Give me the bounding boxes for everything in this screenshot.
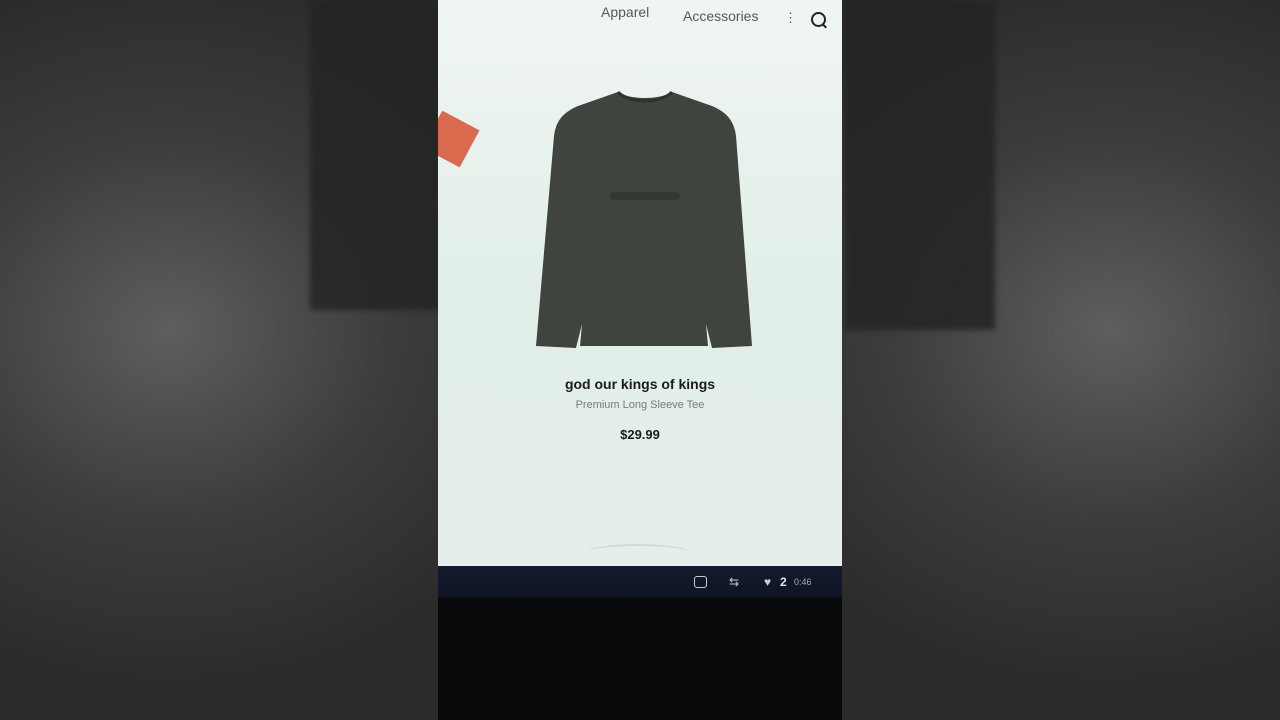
decorative-tag <box>438 110 480 168</box>
next-product-peek <box>588 544 688 560</box>
nav-link-apparel[interactable]: Apparel <box>601 4 649 20</box>
product-title[interactable]: god our kings of kings <box>438 376 842 392</box>
comment-icon[interactable] <box>694 576 707 588</box>
top-nav: Apparel Accessories ⋮ <box>438 0 842 34</box>
phone-screen: Apparel Accessories ⋮ god our kings of k… <box>438 0 842 720</box>
product-page: Apparel Accessories ⋮ god our kings of k… <box>438 0 842 570</box>
product-price: $29.99 <box>620 427 660 442</box>
nav-link-accessories[interactable]: Accessories <box>683 8 758 24</box>
heart-icon[interactable]: ♥ <box>764 575 771 589</box>
blurred-background-shirt-right <box>845 0 995 330</box>
video-footer-bar: ⇆ ♥ 2 0:46 <box>438 566 842 598</box>
product-subtitle: Premium Long Sleeve Tee <box>575 399 705 411</box>
search-icon[interactable] <box>811 12 826 27</box>
blurred-background-shirt-left <box>310 0 440 310</box>
like-count: 2 <box>780 575 787 589</box>
video-timestamp: 0:46 <box>794 577 812 587</box>
product-image-longsleeve-tee[interactable] <box>530 84 760 354</box>
more-menu-icon[interactable]: ⋮ <box>784 10 797 26</box>
share-icon[interactable]: ⇆ <box>729 575 739 589</box>
